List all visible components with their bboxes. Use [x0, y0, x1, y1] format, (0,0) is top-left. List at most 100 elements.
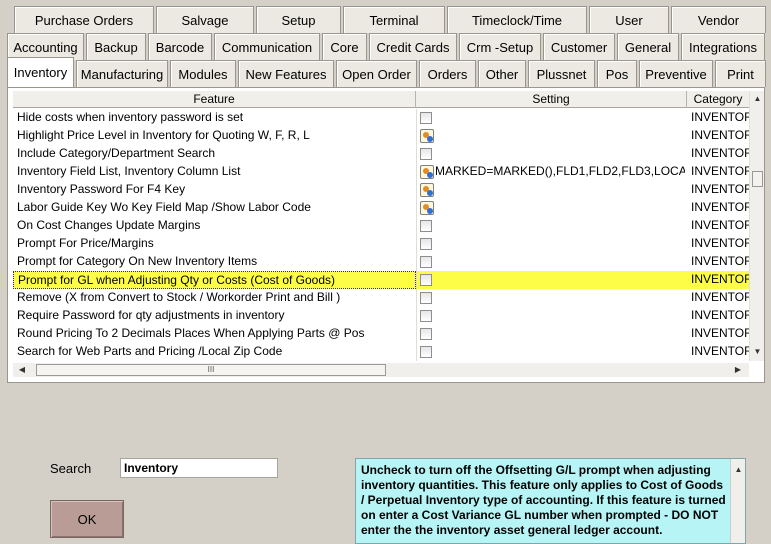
tab-timeclock[interactable]: Timeclock/Time — [447, 6, 587, 33]
feature-cell[interactable]: Round Pricing To 2 Decimals Places When … — [13, 325, 416, 343]
feature-cell[interactable]: On Cost Changes Update Margins — [13, 217, 416, 235]
tab-pos[interactable]: Pos — [597, 60, 637, 87]
help-scrollbar[interactable]: ▲ — [730, 459, 745, 543]
tab-vendor[interactable]: Vendor — [671, 6, 766, 33]
tab-general[interactable]: General — [617, 33, 679, 60]
table-row[interactable]: Prompt For Price/Margins INVENTORY — [13, 235, 749, 253]
edit-setting-icon[interactable] — [420, 201, 434, 215]
tab-core[interactable]: Core — [322, 33, 367, 60]
tab-user[interactable]: User — [589, 6, 669, 33]
feature-cell[interactable]: Labor Guide Key Wo Key Field Map /Show L… — [13, 199, 416, 217]
table-row[interactable]: Round Pricing To 2 Decimals Places When … — [13, 325, 749, 343]
table-row[interactable]: Prompt for GL when Adjusting Qty or Cost… — [13, 271, 749, 289]
scroll-left-icon[interactable]: ◀ — [17, 365, 27, 374]
feature-cell[interactable]: Hide costs when inventory password is se… — [13, 109, 416, 127]
setting-checkbox[interactable] — [420, 256, 432, 268]
feature-cell[interactable]: Inventory Password For F4 Key — [13, 181, 416, 199]
scroll-right-icon[interactable]: ▶ — [733, 365, 743, 374]
table-row[interactable]: Inventory Field List, Inventory Column L… — [13, 163, 749, 181]
feature-cell[interactable]: Prompt For Price/Margins — [13, 235, 416, 253]
setting-cell[interactable] — [416, 127, 687, 145]
ok-button[interactable]: OK — [50, 500, 124, 538]
setting-cell[interactable] — [416, 325, 687, 343]
column-header-setting[interactable]: Setting — [416, 91, 687, 108]
setting-cell[interactable] — [416, 253, 687, 271]
tab-preventive[interactable]: Preventive — [639, 60, 713, 87]
setting-checkbox[interactable] — [420, 328, 432, 340]
feature-cell[interactable]: Inventory Field List, Inventory Column L… — [13, 163, 416, 181]
setting-checkbox[interactable] — [420, 292, 432, 304]
edit-setting-icon[interactable] — [420, 183, 434, 197]
horizontal-scrollbar[interactable]: ◀ III ▶ — [13, 363, 749, 377]
tab-setup[interactable]: Setup — [256, 6, 341, 33]
tab-modules[interactable]: Modules — [170, 60, 236, 87]
tab-purchase-orders[interactable]: Purchase Orders — [14, 6, 154, 33]
table-row[interactable]: Labor Guide Key Wo Key Field Map /Show L… — [13, 199, 749, 217]
table-row[interactable]: On Cost Changes Update Margins INVENTORY — [13, 217, 749, 235]
tab-open-order[interactable]: Open Order — [336, 60, 417, 87]
scroll-up-icon[interactable]: ▲ — [750, 94, 765, 103]
setting-cell[interactable] — [416, 343, 687, 361]
setting-checkbox[interactable] — [420, 346, 432, 358]
setting-cell[interactable] — [416, 307, 687, 325]
tab-crm-setup[interactable]: Crm -Setup — [459, 33, 541, 60]
setting-cell[interactable]: MARKED=MARKED(),FLD1,FLD2,FLD3,LOCATION — [416, 163, 687, 181]
setting-cell[interactable] — [416, 109, 687, 127]
table-row[interactable]: Search for Web Parts and Pricing /Local … — [13, 343, 749, 361]
setting-cell[interactable] — [416, 199, 687, 217]
feature-cell[interactable]: Prompt for Category On New Inventory Ite… — [13, 253, 416, 271]
tab-backup[interactable]: Backup — [86, 33, 146, 60]
feature-cell[interactable]: Highlight Price Level in Inventory for Q… — [13, 127, 416, 145]
tab-plussnet[interactable]: Plussnet — [528, 60, 595, 87]
tab-orders[interactable]: Orders — [419, 60, 476, 87]
column-header-category[interactable]: Category — [687, 91, 749, 108]
feature-cell[interactable]: Remove (X from Convert to Stock / Workor… — [13, 289, 416, 307]
vertical-scroll-thumb[interactable] — [752, 171, 763, 187]
table-row[interactable]: Inventory Password For F4 Key INVENTORY — [13, 181, 749, 199]
table-row[interactable]: Require Password for qty adjustments in … — [13, 307, 749, 325]
setting-checkbox[interactable] — [420, 238, 432, 250]
table-row[interactable]: Include Category/Department Search INVENT… — [13, 145, 749, 163]
feature-cell[interactable]: Search for Web Parts and Pricing /Local … — [13, 343, 416, 361]
feature-cell[interactable]: Prompt for GL when Adjusting Qty or Cost… — [13, 271, 416, 289]
help-description-box[interactable]: Uncheck to turn off the Offsetting G/L p… — [355, 458, 746, 544]
scroll-down-icon[interactable]: ▼ — [750, 347, 765, 356]
setting-cell[interactable] — [416, 271, 687, 289]
tab-integrations[interactable]: Integrations — [681, 33, 765, 60]
tab-credit-cards[interactable]: Credit Cards — [369, 33, 457, 60]
tab-new-features[interactable]: New Features — [238, 60, 334, 87]
tab-salvage[interactable]: Salvage — [156, 6, 254, 33]
horizontal-scroll-thumb[interactable]: III — [36, 364, 386, 376]
setting-checkbox[interactable] — [420, 310, 432, 322]
setting-checkbox[interactable] — [420, 148, 432, 160]
setting-cell[interactable] — [416, 181, 687, 199]
table-row[interactable]: Prompt for Category On New Inventory Ite… — [13, 253, 749, 271]
tab-customer[interactable]: Customer — [543, 33, 615, 60]
help-scroll-up-icon[interactable]: ▲ — [731, 465, 745, 474]
table-row[interactable]: Highlight Price Level in Inventory for Q… — [13, 127, 749, 145]
setting-cell[interactable] — [416, 289, 687, 307]
feature-cell[interactable]: Include Category/Department Search — [13, 145, 416, 163]
tab-accounting[interactable]: Accounting — [7, 33, 84, 60]
setting-cell[interactable] — [416, 235, 687, 253]
search-input[interactable] — [120, 458, 278, 478]
table-row[interactable]: Remove (X from Convert to Stock / Workor… — [13, 289, 749, 307]
vertical-scrollbar[interactable]: ▲ ▼ — [749, 91, 764, 361]
feature-cell[interactable]: Require Password for qty adjustments in … — [13, 307, 416, 325]
tab-barcode[interactable]: Barcode — [148, 33, 212, 60]
tab-other[interactable]: Other — [478, 60, 526, 87]
column-header-feature[interactable]: Feature — [13, 91, 416, 108]
tab-print[interactable]: Print — [715, 60, 766, 87]
edit-setting-icon[interactable] — [420, 165, 434, 179]
tab-manufacturing[interactable]: Manufacturing — [76, 60, 168, 87]
setting-cell[interactable] — [416, 217, 687, 235]
table-row[interactable]: Hide costs when inventory password is se… — [13, 109, 749, 127]
edit-setting-icon[interactable] — [420, 129, 434, 143]
setting-checkbox[interactable] — [420, 274, 432, 286]
setting-checkbox[interactable] — [420, 112, 432, 124]
setting-checkbox[interactable] — [420, 220, 432, 232]
tab-communication[interactable]: Communication — [214, 33, 320, 60]
setting-cell[interactable] — [416, 145, 687, 163]
tab-terminal[interactable]: Terminal — [343, 6, 445, 33]
tab-inventory[interactable]: Inventory — [7, 57, 74, 87]
